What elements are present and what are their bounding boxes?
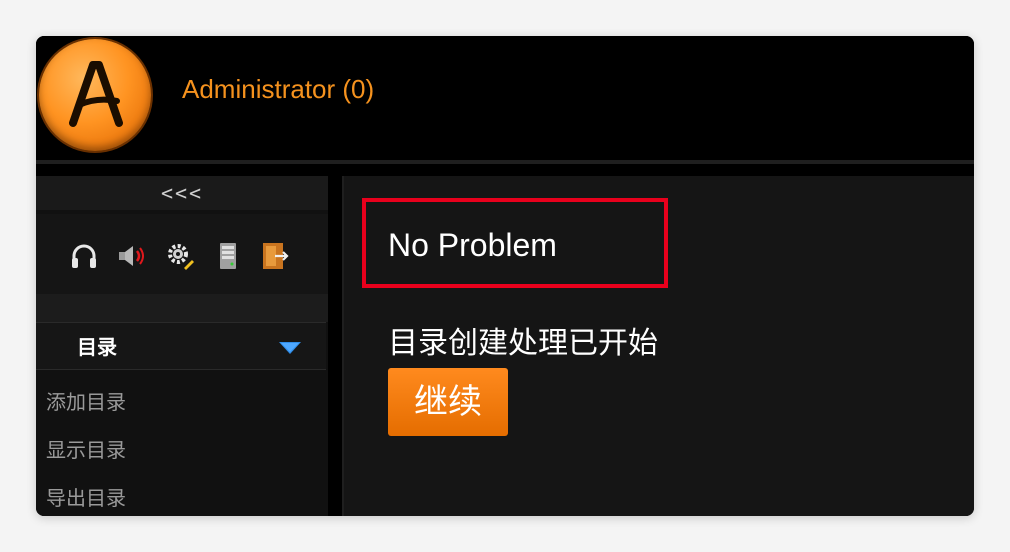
server-icon[interactable] [212, 240, 244, 272]
header-divider [36, 160, 974, 164]
status-message: 目录创建处理已开始 [388, 326, 658, 361]
menu-section-header[interactable]: 目录 [36, 322, 326, 370]
title-highlight-box: No Problem [362, 198, 668, 288]
app-window: Administrator (0) <<< 目录 添加目录 显示目录 导出目录 … [36, 36, 974, 516]
header: Administrator (0) [36, 36, 974, 160]
menu-item-add-directory[interactable]: 添加目录 [46, 390, 126, 414]
app-logo[interactable] [39, 39, 151, 151]
menu-section-title: 目录 [77, 335, 117, 359]
toolbar-footer [36, 294, 328, 322]
gear-icon[interactable] [164, 240, 196, 272]
menu-item-show-directory[interactable]: 显示目录 [46, 438, 126, 462]
exit-door-icon[interactable] [258, 240, 290, 272]
logo-letter-a-icon [69, 61, 123, 127]
menu-item-export-directory[interactable]: 导出目录 [46, 486, 126, 510]
sidebar-toolbar [36, 214, 328, 294]
headphones-icon[interactable] [68, 240, 100, 272]
sidebar: <<< 目录 添加目录 显示目录 导出目录 [36, 176, 328, 516]
main-panel: No Problem 目录创建处理已开始 继续 [342, 176, 974, 516]
collapse-sidebar-button[interactable]: <<< [36, 176, 328, 210]
continue-button[interactable]: 继续 [388, 368, 508, 436]
page-title: No Problem [388, 227, 557, 263]
chevron-down-icon[interactable] [278, 341, 302, 355]
user-label[interactable]: Administrator (0) [182, 74, 374, 104]
speaker-icon[interactable] [116, 240, 148, 272]
